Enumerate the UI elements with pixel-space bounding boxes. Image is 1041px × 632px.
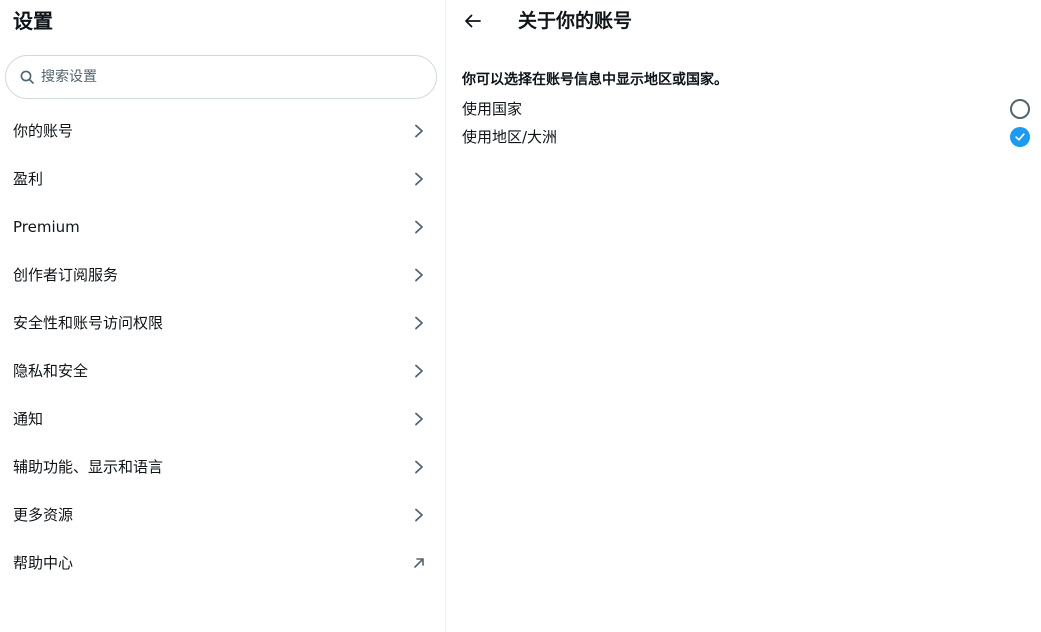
sidebar-item-label: 盈利 [13, 170, 44, 188]
chevron-right-icon [411, 267, 427, 283]
external-link-arrow-icon [411, 555, 427, 571]
chevron-right-icon [411, 315, 427, 331]
sidebar-item-accessibility[interactable]: 辅助功能、显示和语言 [0, 443, 445, 491]
chevron-right-icon [411, 363, 427, 379]
sidebar-item-help-center[interactable]: 帮助中心 [0, 539, 445, 587]
settings-menu: 你的账号 盈利 Premium 创作者订阅服务 安全性和账号访问权限 隐私和安全… [0, 107, 445, 587]
sidebar-item-monetization[interactable]: 盈利 [0, 155, 445, 203]
account-detail-pane: 关于你的账号 你可以选择在账号信息中显示地区或国家。 使用国家 使用地区/大洲 [447, 0, 1041, 632]
sidebar-item-label: 安全性和账号访问权限 [13, 314, 164, 332]
settings-sidebar: 设置 你的账号 盈利 Premium 创作者订阅服务 安全性和账号访问权限 隐私… [0, 0, 446, 632]
chevron-right-icon [411, 459, 427, 475]
sidebar-item-premium[interactable]: Premium [0, 203, 445, 251]
option-label: 使用国家 [462, 100, 523, 118]
chevron-right-icon [411, 507, 427, 523]
search-input[interactable] [41, 69, 421, 85]
search-box[interactable] [5, 55, 437, 99]
sidebar-item-label: 更多资源 [13, 506, 74, 524]
back-button[interactable] [461, 9, 485, 33]
sidebar-item-label: 隐私和安全 [13, 362, 89, 380]
radio-unchecked-icon[interactable] [1010, 99, 1030, 119]
sidebar-item-your-account[interactable]: 你的账号 [0, 107, 445, 155]
sidebar-item-more-resources[interactable]: 更多资源 [0, 491, 445, 539]
sidebar-item-label: 你的账号 [13, 122, 74, 140]
option-description: 你可以选择在账号信息中显示地区或国家。 [462, 72, 728, 88]
page-title: 关于你的账号 [518, 10, 633, 32]
option-use-region-continent[interactable]: 使用地区/大洲 [462, 123, 1030, 151]
option-use-country[interactable]: 使用国家 [462, 95, 1030, 123]
sidebar-item-notifications[interactable]: 通知 [0, 395, 445, 443]
settings-title: 设置 [13, 9, 53, 33]
chevron-right-icon [411, 171, 427, 187]
back-arrow-icon [464, 14, 482, 28]
sidebar-item-label: 帮助中心 [13, 554, 74, 572]
sidebar-item-privacy-safety[interactable]: 隐私和安全 [0, 347, 445, 395]
option-label: 使用地区/大洲 [462, 128, 558, 146]
radio-checked-icon[interactable] [1010, 127, 1030, 147]
search-icon [19, 69, 35, 85]
sidebar-item-creator-subscriptions[interactable]: 创作者订阅服务 [0, 251, 445, 299]
sidebar-item-security-access[interactable]: 安全性和账号访问权限 [0, 299, 445, 347]
sidebar-item-label: 创作者订阅服务 [13, 266, 119, 284]
chevron-right-icon [411, 219, 427, 235]
sidebar-item-label: 通知 [13, 410, 44, 428]
sidebar-item-label: Premium [13, 218, 80, 236]
sidebar-item-label: 辅助功能、显示和语言 [13, 458, 164, 476]
chevron-right-icon [411, 411, 427, 427]
chevron-right-icon [411, 123, 427, 139]
